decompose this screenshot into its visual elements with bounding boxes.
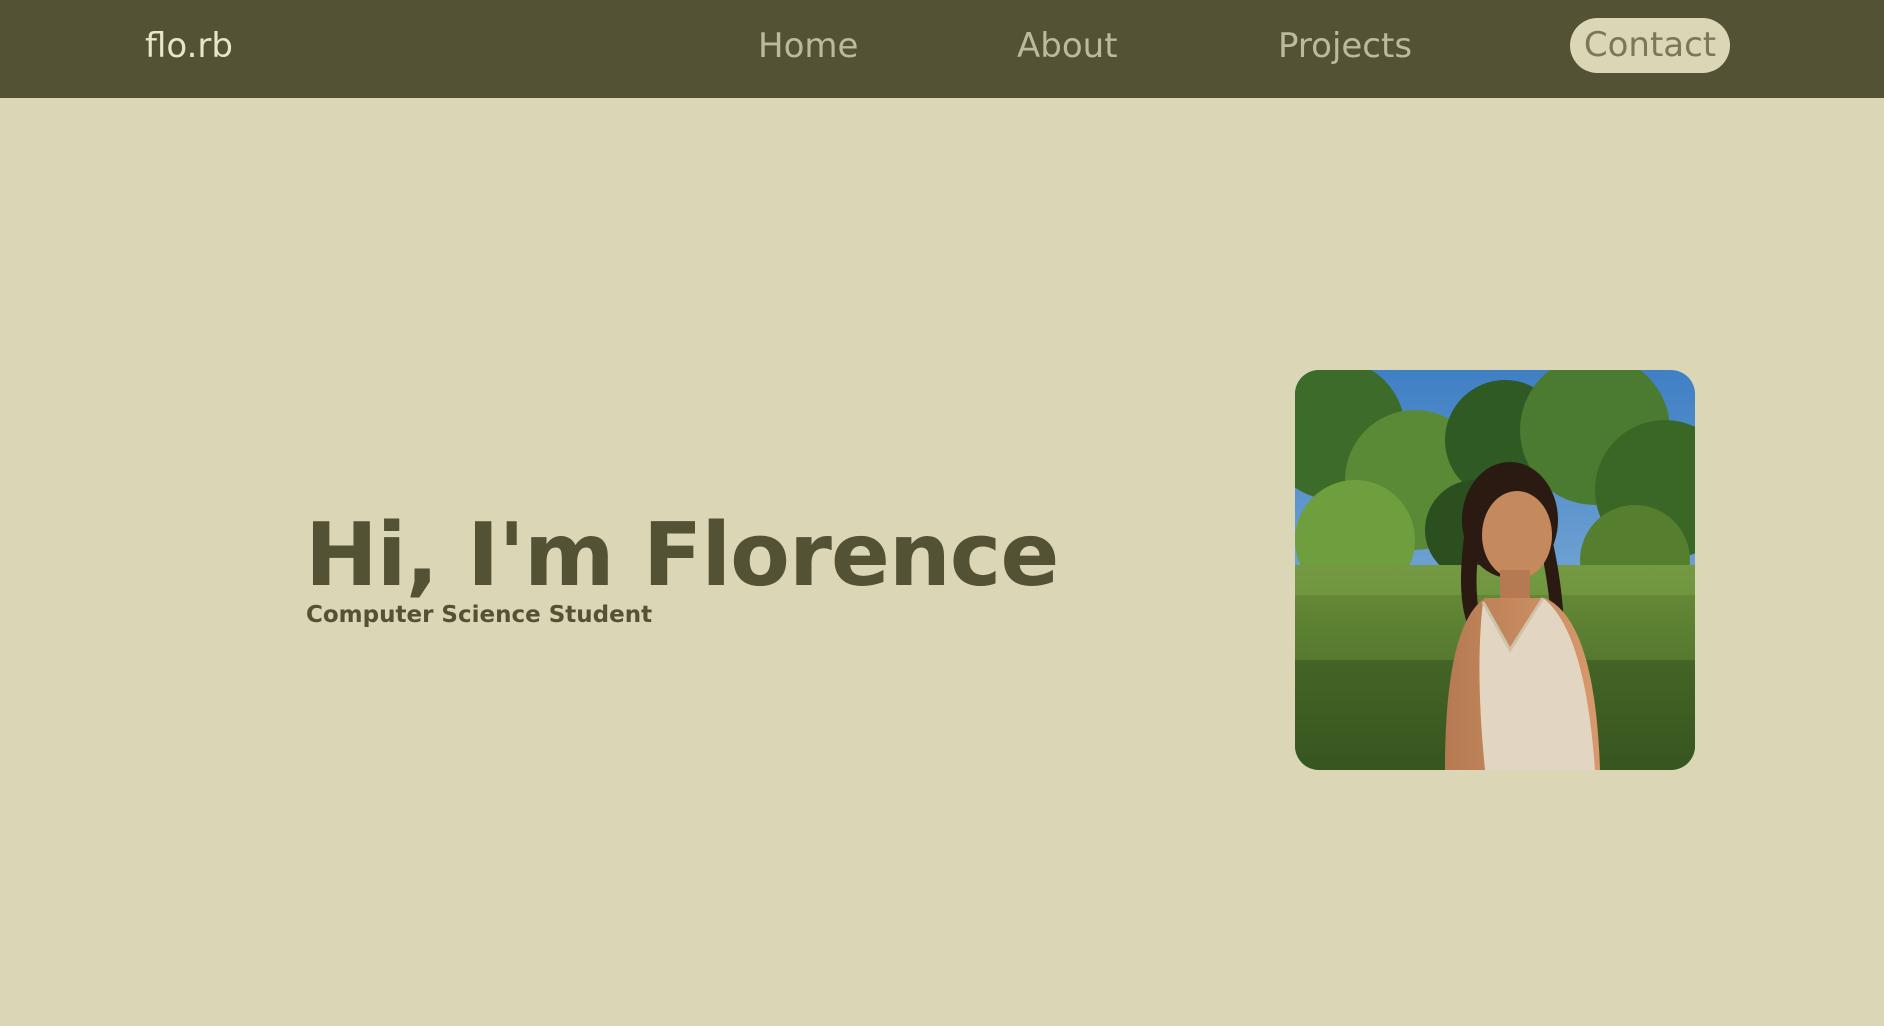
nav-link-contact[interactable]: Contact (1570, 18, 1730, 73)
hero-title: Hi, I'm Florence (305, 504, 1059, 606)
top-navbar: flo.rb Home About Projects Contact (0, 0, 1884, 98)
nav-link-projects[interactable]: Projects (1278, 24, 1412, 68)
nav-link-home[interactable]: Home (758, 24, 858, 68)
profile-photo (1295, 370, 1695, 770)
nav-link-about[interactable]: About (1017, 24, 1118, 68)
hero-subtitle: Computer Science Student (306, 602, 653, 628)
site-logo[interactable]: flo.rb (145, 24, 233, 68)
